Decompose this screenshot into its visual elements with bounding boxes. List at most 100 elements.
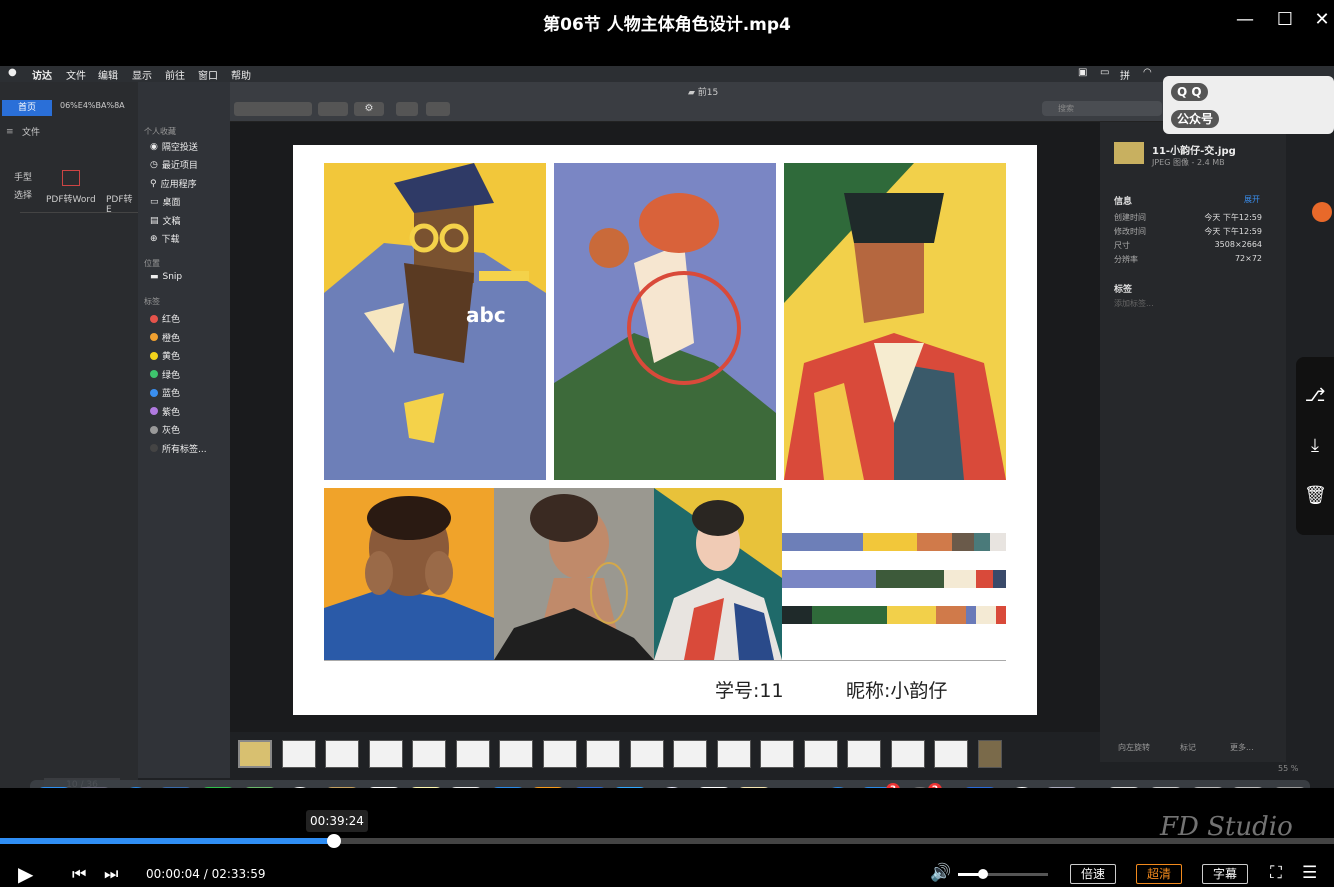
launchpad-icon[interactable]: ✈	[76, 787, 112, 788]
sidebar-tag-item[interactable]: 蓝色	[150, 386, 180, 399]
expand-link[interactable]: 展开	[1244, 194, 1260, 205]
thumbnail-item[interactable]	[934, 740, 968, 768]
sidebar-tag-item[interactable]: 绿色	[150, 368, 180, 381]
w-app-icon[interactable]: ω	[1004, 787, 1040, 788]
volume-icon[interactable]: 🔊	[930, 863, 951, 883]
fullscreen-icon[interactable]: ⛶	[1270, 863, 1282, 883]
keynote-icon[interactable]: ⊤	[490, 787, 526, 788]
desktop-stack-icon[interactable]	[1230, 787, 1266, 788]
sidebar-tag-item[interactable]: 黄色	[150, 349, 180, 362]
wps-word-icon[interactable]: W	[962, 787, 998, 788]
thumbnail-item[interactable]	[542, 740, 577, 768]
display-icon[interactable]: ▭	[1100, 67, 1109, 78]
quicklook-preview[interactable]: abc 学号:11 昵称:小韵仔	[230, 122, 1100, 732]
volume-slider[interactable]	[958, 869, 1048, 879]
apple-icon[interactable]: ●	[8, 67, 17, 78]
search-input[interactable]: 搜索	[1042, 101, 1162, 116]
thumbnail-item[interactable]	[673, 740, 707, 768]
dingtalk-icon[interactable]: ➤	[820, 787, 856, 788]
finder-icon[interactable]: ☺	[36, 787, 72, 788]
menu-edit[interactable]: 编辑	[98, 67, 118, 82]
thumbnail-item[interactable]	[977, 740, 1002, 768]
qq-icon[interactable]: 🐧	[778, 787, 814, 788]
speed-button[interactable]: 倍速	[1070, 864, 1116, 884]
pixelmator-icon[interactable]: P	[572, 787, 608, 788]
qq-button[interactable]: Q Q	[1171, 83, 1208, 101]
thumbnail-item[interactable]	[586, 740, 620, 768]
quality-button[interactable]: 超清	[1136, 864, 1182, 884]
sidebar-tag-item[interactable]: 红色	[150, 312, 180, 325]
tool-hand[interactable]: 手型	[14, 170, 32, 183]
sidebar-tag-item[interactable]: 橙色	[150, 331, 180, 344]
preview-icon[interactable]: ◆	[158, 787, 194, 788]
share-icon[interactable]: ⎇	[1304, 385, 1326, 407]
thumbnail-item[interactable]	[760, 740, 794, 768]
sidebar-tag-item[interactable]: 灰色	[150, 423, 180, 436]
photos-icon[interactable]: ✿	[282, 787, 318, 788]
playlist-icon[interactable]: ☰	[1302, 863, 1317, 883]
gear-icon[interactable]: ⚙	[354, 102, 384, 116]
maps-icon[interactable]: ⌖	[242, 787, 278, 788]
calendar-icon[interactable]: 30	[366, 787, 402, 788]
tab-document[interactable]: 06%E4%BA%8A	[60, 101, 125, 110]
previous-icon[interactable]: ⏮	[72, 864, 86, 884]
notes-folder-icon[interactable]: ▤	[324, 787, 360, 788]
png-file-icon[interactable]	[1106, 787, 1142, 788]
tool-select[interactable]: 选择	[14, 188, 32, 201]
wifi-icon[interactable]: ◠	[1143, 67, 1152, 78]
sidebar-item-snip[interactable]: ▬ Snip	[150, 272, 182, 282]
seek-bar[interactable]	[0, 834, 1334, 848]
pdf-to-word-button[interactable]: PDF转Word	[46, 192, 96, 205]
menu-help[interactable]: 帮助	[231, 67, 251, 82]
thumbnail-item[interactable]	[412, 740, 446, 768]
sidebar-item-documents[interactable]: ▤ 文稿	[150, 214, 181, 228]
download-stack-icon[interactable]	[1190, 787, 1226, 788]
maximize-button[interactable]: ☐	[1273, 8, 1297, 32]
textedit-icon[interactable]: ✎	[736, 787, 772, 788]
sidebar-tag-item[interactable]: 紫色	[150, 405, 180, 418]
seek-bar-handle[interactable]	[326, 834, 341, 848]
sidebar-item-applications[interactable]: ⚲ 应用程序	[150, 177, 197, 191]
menu-file-label[interactable]: 文件	[22, 125, 40, 138]
floating-avatar[interactable]	[1312, 202, 1332, 222]
more-button[interactable]: 更多...	[1230, 742, 1254, 753]
sidebar-item-airdrop[interactable]: ◉ 隔空投送	[150, 140, 198, 154]
thumbnail-item[interactable]	[325, 740, 359, 768]
thumbnail-item[interactable]	[890, 740, 925, 768]
volume-handle[interactable]	[978, 869, 989, 879]
thumbnail-item[interactable]	[803, 740, 838, 768]
wps-icon[interactable]: ▣	[1078, 67, 1087, 78]
facetime-icon[interactable]: ▶	[200, 787, 236, 788]
menu-file[interactable]: 文件	[66, 67, 86, 82]
notes-icon[interactable]	[408, 787, 444, 788]
tab-home[interactable]: 首页	[2, 100, 52, 116]
safari-icon[interactable]: ✦	[118, 787, 154, 788]
play-icon[interactable]: ▶	[18, 862, 33, 886]
menu-app[interactable]: 访达	[32, 67, 52, 82]
trash-icon[interactable]: 🗑	[1272, 787, 1308, 788]
menu-view[interactable]: 显示	[132, 67, 152, 82]
video-frame[interactable]: ● 访达 文件 编辑 显示 前往 窗口 帮助 ▣ ▭ 拼 ◠ 首页 06%E4%…	[0, 66, 1334, 788]
sidebar-item-desktop[interactable]: ▭ 桌面	[150, 195, 181, 209]
delete-icon[interactable]: 🗑	[1304, 485, 1327, 507]
menu-window[interactable]: 窗口	[198, 67, 218, 82]
close-button[interactable]: ✕	[1310, 8, 1334, 32]
photoshop-icon[interactable]: Ps	[612, 787, 648, 788]
thumbnail-item[interactable]	[629, 740, 664, 768]
thumbnail-item[interactable]	[238, 740, 272, 768]
sidebar-item-downloads[interactable]: ⊕ 下载	[150, 232, 180, 246]
app-store-icon[interactable]: A 3	[860, 783, 900, 788]
illustrator-icon[interactable]: Ai	[530, 787, 566, 788]
numbers-icon[interactable]: ▮	[448, 787, 484, 788]
thumbnail-item[interactable]	[281, 740, 316, 768]
download-icon[interactable]: ⤓	[1304, 435, 1326, 457]
thumbnail-item[interactable]	[368, 740, 403, 768]
sidebar-item-recents[interactable]: ◷ 最近项目	[150, 158, 198, 172]
minimize-button[interactable]: —	[1233, 8, 1257, 32]
view-mode-switch[interactable]	[234, 102, 312, 116]
tag-icon[interactable]	[426, 102, 450, 116]
next-icon[interactable]: ⏭	[104, 864, 118, 884]
sidebar-tag-item[interactable]: 所有标签...	[150, 442, 207, 455]
hamburger-icon[interactable]: ≡	[6, 127, 14, 137]
markup-button[interactable]: 标记	[1180, 742, 1196, 753]
